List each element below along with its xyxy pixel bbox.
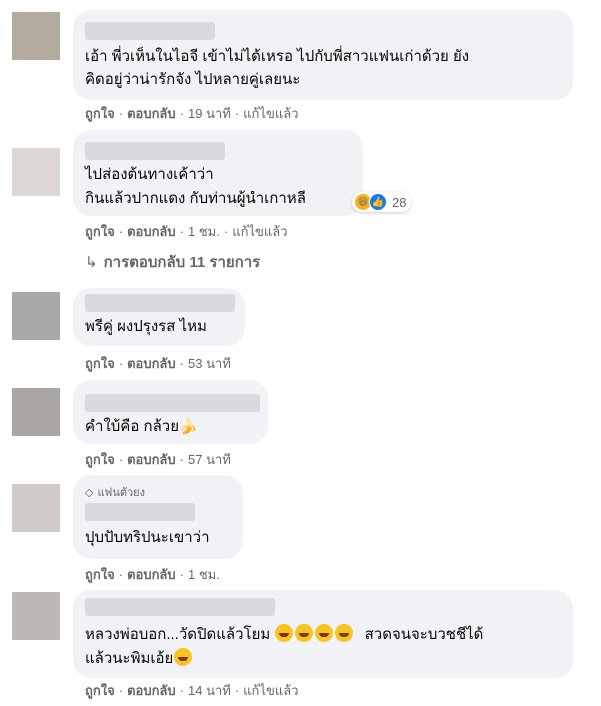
separator: · [234,683,240,698]
laugh-emoji-icon [295,624,314,642]
top-fan-label: แฟนตัวยง [97,487,146,499]
comment-text-body: หลวงพ่อบอก...วัดปิดแล้วโยม [85,626,271,643]
avatar[interactable] [12,148,60,196]
edited-label: แก้ไขแล้ว [243,106,299,121]
reaction-summary[interactable]: 😆 👍 28 [352,192,412,212]
comment-text: หลวงพ่อบอก...วัดปิดแล้วโยม สวดจนจะบวชชีไ… [85,624,483,646]
grin-emoji-icon [275,624,294,642]
comment-bubble: เอ้า พี่วเห็นในไอจี เข้าไม่ได้เหรอ ไปกับ… [73,10,573,100]
top-fan-badge: ◇ แฟนตัวยง [85,483,145,501]
reply-button[interactable]: ตอบกลับ [127,683,176,698]
banana-emoji-icon: 🍌 [179,418,198,435]
timestamp[interactable]: 14 นาที [188,683,231,698]
redacted-author-name[interactable] [85,598,275,616]
separator: · [118,452,124,467]
reply-button[interactable]: ตอบกลับ [127,224,176,239]
comment-text-body: คำใบ้คือ กล้วย [85,418,179,435]
reply-button[interactable]: ตอบกลับ [127,356,176,371]
separator: · [179,106,184,121]
avatar[interactable] [12,592,60,640]
comment-text: ไปส่องต้นทางเค้าว่า [85,166,214,183]
separator: · [223,224,229,239]
comment-bubble: หลวงพ่อบอก...วัดปิดแล้วโยม สวดจนจะบวชชีไ… [73,590,573,678]
avatar[interactable] [12,292,60,340]
edited-label: แก้ไขแล้ว [243,683,299,698]
edited-label: แก้ไขแล้ว [232,224,288,239]
avatar[interactable] [12,12,60,60]
redacted-author-name[interactable] [85,394,260,412]
like-button[interactable]: ถูกใจ [85,683,115,698]
separator: · [118,356,124,371]
reply-button[interactable]: ตอบกลับ [127,452,176,467]
comment-text: คำใบ้คือ กล้วย🍌 [85,416,198,438]
avatar[interactable] [12,388,60,436]
separator: · [234,106,240,121]
redacted-author-name[interactable] [85,22,215,40]
laugh-emoji-icon [335,624,354,642]
comment-actions: ถูกใจ · ตอบกลับ · 1 ชม. [85,566,220,584]
timestamp[interactable]: 53 นาที [188,356,231,371]
separator: · [118,224,124,239]
separator: · [179,683,184,698]
separator: · [179,452,184,467]
comment-actions: ถูกใจ · ตอบกลับ · 1 ชม. · แก้ไขแล้ว [85,223,288,241]
like-button[interactable]: ถูกใจ [85,452,115,467]
comment-bubble: พรีคู่ ผงปรุงรส ไหม [73,288,245,346]
separator: · [179,567,184,582]
separator: · [118,683,124,698]
comment-text-body: แล้วนะพิมเอ้ย [85,650,174,667]
redacted-author-name[interactable] [85,142,225,160]
like-button[interactable]: ถูกใจ [85,106,115,121]
reaction-count: 28 [392,194,407,210]
comment-bubble: ไปส่องต้นทางเค้าว่า กินแล้วปากแดง กับท่า… [73,130,363,216]
avatar[interactable] [12,484,60,532]
reply-arrow-icon: ↳ [85,254,98,271]
timestamp[interactable]: 19 นาที [188,106,231,121]
grin-emoji-icon [174,648,193,666]
view-replies-button[interactable]: ↳ การตอบกลับ 11 รายการ [85,252,260,274]
comment-actions: ถูกใจ · ตอบกลับ · 57 นาที [85,451,231,469]
reply-button[interactable]: ตอบกลับ [127,106,176,121]
comment-text: เอ้า พี่วเห็นในไอจี เข้าไม่ได้เหรอ ไปกับ… [85,48,470,65]
timestamp[interactable]: 1 ชม. [188,224,220,239]
reply-button[interactable]: ตอบกลับ [127,567,176,582]
timestamp[interactable]: 1 ชม. [188,567,220,582]
timestamp[interactable]: 57 นาที [188,452,231,467]
comment-actions: ถูกใจ · ตอบกลับ · 19 นาที · แก้ไขแล้ว [85,105,299,123]
separator: · [118,567,124,582]
comment-text: กินแล้วปากแดง กับท่านผู้นำเกาหลี [85,190,306,207]
comment-text: พรีคู่ ผงปรุงรส ไหม [85,318,207,335]
comment-text-body: สวดจนจะบวชชีได้ [364,626,484,643]
redacted-author-name[interactable] [85,503,195,521]
comment-actions: ถูกใจ · ตอบกลับ · 53 นาที [85,355,231,373]
comment-bubble: คำใบ้คือ กล้วย🍌 [73,380,268,444]
laugh-emoji-icon [315,624,334,642]
comment-text: ปุบปับทริปนะเขาว่า [85,529,210,546]
like-reaction-icon: 👍 [369,193,387,211]
comment-actions: ถูกใจ · ตอบกลับ · 14 นาที · แก้ไขแล้ว [85,682,299,700]
like-button[interactable]: ถูกใจ [85,356,115,371]
view-replies-label: การตอบกลับ 11 รายการ [103,254,261,271]
separator: · [118,106,124,121]
comment-bubble: ◇ แฟนตัวยง ปุบปับทริปนะเขาว่า [73,475,243,559]
redacted-author-name[interactable] [85,294,235,312]
separator: · [179,356,184,371]
comment-text: คิดอยู่ว่าน่ารักจัง ไปหลายคู่เลยนะ [85,71,301,88]
like-button[interactable]: ถูกใจ [85,567,115,582]
comment-text: แล้วนะพิมเอ้ย [85,648,193,670]
diamond-icon: ◇ [85,486,94,499]
like-button[interactable]: ถูกใจ [85,224,115,239]
separator: · [179,224,184,239]
